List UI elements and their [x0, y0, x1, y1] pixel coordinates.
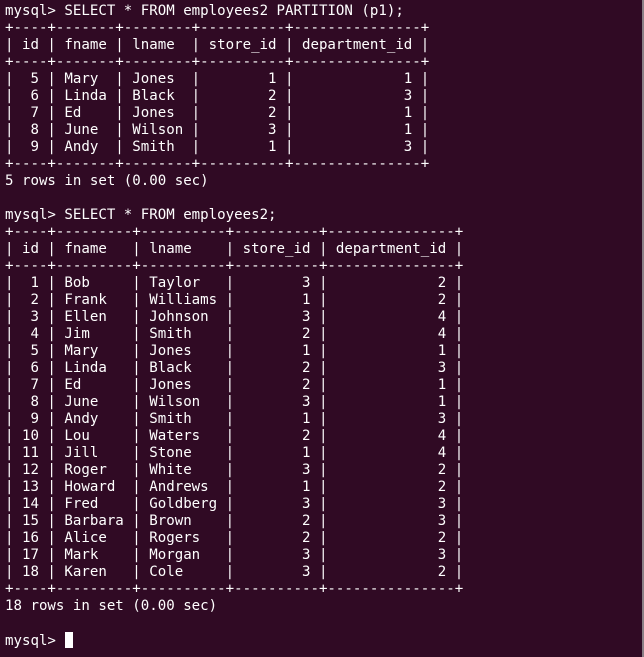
- table-line: | 11 | Jill | Stone | 1 | 4 |: [5, 445, 464, 461]
- table-line: | id | fname | lname | store_id | depart…: [5, 241, 464, 257]
- table-line: | 17 | Mark | Morgan | 3 | 3 |: [5, 547, 464, 563]
- command-text: SELECT * FROM employees2;: [64, 207, 277, 223]
- prompt: mysql>: [5, 633, 65, 649]
- table-line: | 18 | Karen | Cole | 3 | 2 |: [5, 564, 464, 580]
- command-text: SELECT * FROM employees2 PARTITION (p1);: [64, 3, 404, 19]
- command-line-2: mysql> SELECT * FROM employees2;: [5, 207, 642, 224]
- table-line: | 16 | Alice | Rogers | 2 | 2 |: [5, 530, 464, 546]
- prompt: mysql>: [5, 207, 65, 223]
- table-line: +----+---------+----------+----------+--…: [5, 581, 464, 597]
- table-line: | 1 | Bob | Taylor | 3 | 2 |: [5, 275, 464, 291]
- result-status: 5 rows in set (0.00 sec): [5, 173, 209, 189]
- table-line: | 2 | Frank | Williams | 1 | 2 |: [5, 292, 464, 308]
- result-status: 18 rows in set (0.00 sec): [5, 598, 218, 614]
- table-line: +----+-------+--------+----------+------…: [5, 20, 430, 36]
- table-line: | 8 | June | Wilson | 3 | 1 |: [5, 394, 464, 410]
- text-cursor[interactable]: [65, 632, 74, 648]
- table-line: +----+-------+--------+----------+------…: [5, 54, 430, 70]
- result-table: +----+-------+--------+----------+------…: [5, 20, 642, 173]
- terminal-window[interactable]: mysql> SELECT * FROM employees2 PARTITIO…: [0, 0, 644, 657]
- active-prompt-line[interactable]: mysql>: [5, 632, 642, 649]
- table-line: | 5 | Mary | Jones | 1 | 1 |: [5, 343, 464, 359]
- table-line: | 9 | Andy | Smith | 1 | 3 |: [5, 411, 464, 427]
- table-line: | 6 | Linda | Black | 2 | 3 |: [5, 88, 430, 104]
- table-line: | 5 | Mary | Jones | 1 | 1 |: [5, 71, 430, 87]
- table-line: | 8 | June | Wilson | 3 | 1 |: [5, 122, 430, 138]
- table-line: | 4 | Jim | Smith | 2 | 4 |: [5, 326, 464, 342]
- table-line: +----+---------+----------+----------+--…: [5, 224, 464, 240]
- table-line: | id | fname | lname | store_id | depart…: [5, 37, 430, 53]
- table-line: | 7 | Ed | Jones | 2 | 1 |: [5, 105, 430, 121]
- table-line: | 14 | Fred | Goldberg | 3 | 3 |: [5, 496, 464, 512]
- table-line: | 7 | Ed | Jones | 2 | 1 |: [5, 377, 464, 393]
- table-line: +----+-------+--------+----------+------…: [5, 156, 430, 172]
- table-line: +----+---------+----------+----------+--…: [5, 258, 464, 274]
- table-line: | 6 | Linda | Black | 2 | 3 |: [5, 360, 464, 376]
- table-line: | 10 | Lou | Waters | 2 | 4 |: [5, 428, 464, 444]
- command-line-1: mysql> SELECT * FROM employees2 PARTITIO…: [5, 3, 642, 20]
- table-line: | 12 | Roger | White | 3 | 2 |: [5, 462, 464, 478]
- table-line: | 15 | Barbara | Brown | 2 | 3 |: [5, 513, 464, 529]
- table-line: | 13 | Howard | Andrews | 1 | 2 |: [5, 479, 464, 495]
- table-line: | 9 | Andy | Smith | 1 | 3 |: [5, 139, 430, 155]
- result-table: +----+---------+----------+----------+--…: [5, 224, 642, 598]
- prompt: mysql>: [5, 3, 65, 19]
- table-line: | 3 | Ellen | Johnson | 3 | 4 |: [5, 309, 464, 325]
